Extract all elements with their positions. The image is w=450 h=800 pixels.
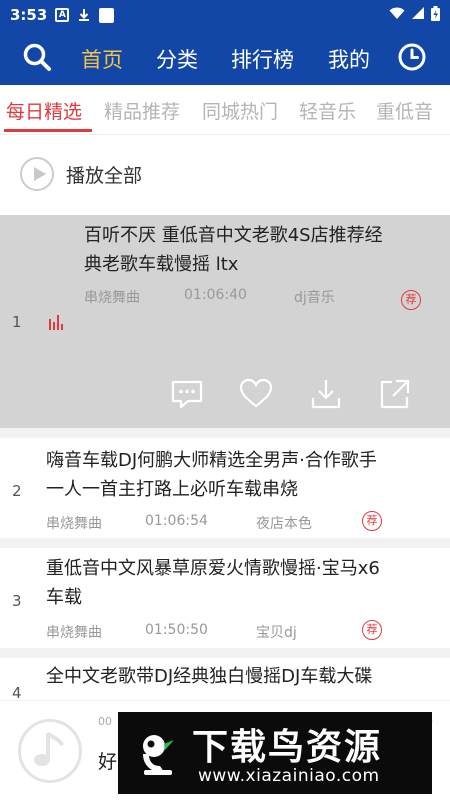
play-all-label: 播放全部 — [66, 165, 143, 187]
list-divider — [0, 538, 450, 548]
nav-ranking[interactable]: 排行榜 — [231, 44, 294, 74]
recommend-badge: 荐 — [362, 511, 382, 531]
tab-light-music[interactable]: 轻音乐 — [299, 97, 356, 124]
status-time: 3:53 — [10, 6, 48, 24]
song-title-line1: 嗨音车载DJ何鹏大师精选全男声·合作歌手 — [46, 450, 377, 471]
heart-icon[interactable] — [239, 377, 273, 411]
player-current-time: 00 — [98, 715, 112, 728]
search-icon[interactable] — [22, 42, 52, 72]
share-icon[interactable] — [378, 377, 412, 411]
signal-icon — [411, 6, 425, 24]
app-notification-icon: A — [55, 8, 70, 22]
tab-featured[interactable]: 精品推荐 — [104, 97, 180, 124]
song-duration: 01:06:40 — [184, 287, 247, 303]
nav-home[interactable]: 首页 — [81, 44, 123, 74]
song-duration: 01:06:54 — [145, 513, 208, 529]
recommend-badge: 荐 — [401, 290, 421, 310]
category-tabs: 每日精选 精品推荐 同城热门 轻音乐 重低音 — [0, 85, 450, 135]
status-bar: 3:53 A — [0, 0, 450, 30]
watermark-title: 下载鸟资源 — [192, 727, 383, 768]
song-index: 3 — [12, 592, 22, 610]
now-playing-icon — [48, 313, 66, 335]
wifi-icon — [389, 6, 405, 24]
song-uploader: 宝贝dj — [256, 625, 297, 641]
song-title-line1: 百听不厌 重低音中文老歌4S店推荐经 — [84, 225, 383, 246]
song-title-line1: 重低音中文风暴草原爱火情歌慢摇·宝马x6 — [46, 558, 380, 579]
tab-heavy-bass[interactable]: 重低音 — [376, 97, 433, 124]
song-genre: 串烧舞曲 — [46, 625, 102, 641]
nav-mine[interactable]: 我的 — [328, 44, 370, 74]
music-note-icon — [30, 729, 70, 773]
song-uploader: dj音乐 — [294, 290, 335, 306]
active-tab-indicator — [4, 129, 92, 132]
song-item-3[interactable]: 3 重低音中文风暴草原爱火情歌慢摇·宝马x6 车载 串烧舞曲 01:50:50 … — [0, 548, 450, 648]
tab-daily-picks[interactable]: 每日精选 — [6, 97, 82, 124]
song-item-1[interactable]: 1 百听不厌 重低音中文老歌4S店推荐经 典老歌车载慢摇 ltx 串烧舞曲 01… — [0, 215, 450, 428]
play-all-row[interactable]: 播放全部 — [0, 135, 450, 215]
song-genre: 串烧舞曲 — [46, 516, 102, 532]
song-index: 1 — [12, 313, 22, 331]
song-genre: 串烧舞曲 — [84, 290, 140, 306]
download-song-icon[interactable] — [309, 377, 343, 411]
song-title-line2: 一人一首主打路上必听车载串烧 — [46, 479, 298, 500]
square-notification-icon — [99, 7, 115, 23]
download-icon — [77, 8, 91, 22]
song-index: 2 — [12, 482, 22, 500]
battery-icon — [431, 5, 440, 25]
song-uploader: 夜店本色 — [256, 516, 312, 532]
list-divider — [0, 648, 450, 658]
song-duration: 01:50:50 — [145, 622, 208, 638]
song-title-line2: 典老歌车载慢摇 ltx — [84, 254, 239, 275]
play-all-icon[interactable] — [20, 157, 54, 191]
recommend-badge: 荐 — [362, 620, 382, 640]
song-title-line2: 车载 — [46, 587, 82, 608]
bird-logo-icon — [130, 726, 186, 782]
nav-category[interactable]: 分类 — [156, 44, 198, 74]
player-song-title: 好 — [98, 751, 118, 773]
watermark-banner: 下载鸟资源 www.xiazainiao.com — [118, 712, 432, 794]
clock-icon[interactable] — [397, 42, 427, 72]
list-divider — [0, 428, 450, 438]
comment-icon[interactable] — [170, 377, 204, 411]
song-title-line1: 全中文老歌带DJ经典独白慢摇DJ车载大碟 — [46, 666, 373, 687]
top-nav-bar: 首页 分类 排行榜 我的 — [0, 30, 450, 85]
watermark-url: www.xiazainiao.com — [198, 766, 380, 786]
song-item-2[interactable]: 2 嗨音车载DJ何鹏大师精选全男声·合作歌手 一人一首主打路上必听车载串烧 串烧… — [0, 438, 450, 538]
tab-local-hot[interactable]: 同城热门 — [202, 97, 278, 124]
